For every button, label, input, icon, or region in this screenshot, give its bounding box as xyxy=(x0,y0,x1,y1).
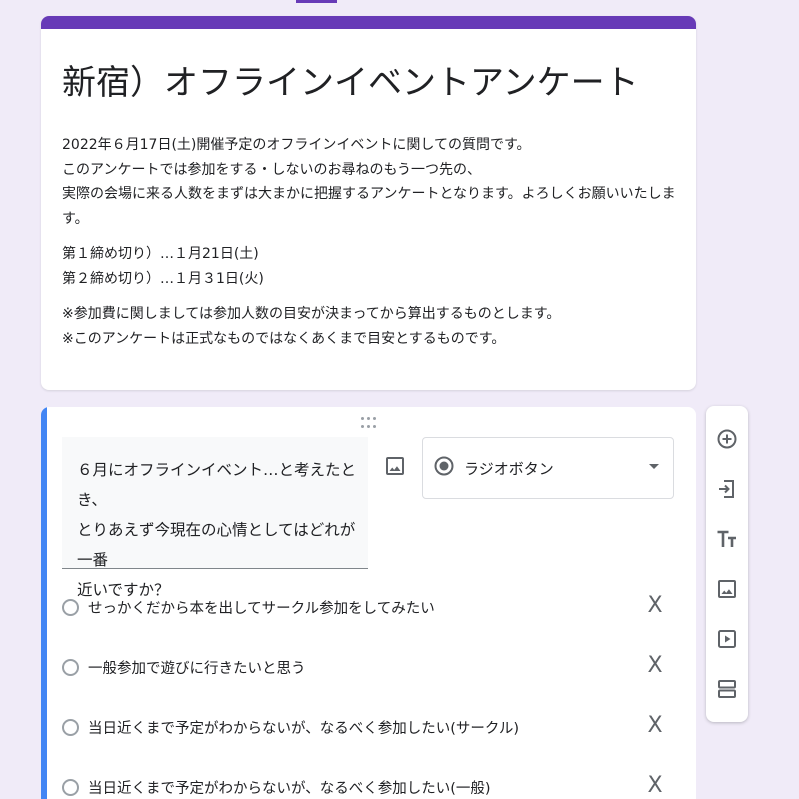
add-question-icon[interactable] xyxy=(715,427,739,451)
description-deadlines: 第１締め切り）…１月21日(土) 第２締め切り）…１月３1日(火) xyxy=(62,246,264,287)
add-video-icon[interactable] xyxy=(715,627,739,651)
option-label[interactable]: 当日近くまで予定がわからないが、なるべく参加したい(サークル) xyxy=(88,717,519,738)
option-label[interactable]: 一般参加で遊びに行きたいと思う xyxy=(88,657,306,678)
description-intro: 2022年６月17日(土)開催予定のオフラインイベントに関しての質問です。 この… xyxy=(62,137,676,227)
radio-circle-icon xyxy=(62,599,79,616)
add-image-icon[interactable] xyxy=(715,577,739,601)
question-title-field[interactable]: ６月にオフラインイベント…と考えたとき、 とりあえず今現在の心情としてはどれが一… xyxy=(62,437,368,599)
remove-option-button[interactable]: X xyxy=(644,713,666,739)
add-section-icon[interactable] xyxy=(715,677,739,701)
active-question-accent xyxy=(41,407,47,799)
drag-handle-icon[interactable] xyxy=(359,417,377,429)
theme-stripe xyxy=(41,16,696,29)
top-tab-indicator xyxy=(296,0,337,3)
remove-option-button[interactable]: X xyxy=(644,593,666,619)
question-type-label: ラジオボタン xyxy=(464,460,554,478)
form-title[interactable]: 新宿）オフラインイベントアンケート xyxy=(62,60,639,106)
import-questions-icon[interactable] xyxy=(715,477,739,501)
remove-option-button[interactable]: X xyxy=(644,773,666,799)
add-title-icon[interactable] xyxy=(715,527,739,551)
option-label[interactable]: 当日近くまで予定がわからないが、なるべく参加したい(一般) xyxy=(88,777,491,798)
description-notes: ※参加費に関しましては参加人数の目安が決まってから算出するものとします。 ※この… xyxy=(62,306,561,347)
radio-button-icon xyxy=(433,455,455,477)
option-row[interactable]: 当日近くまで予定がわからないが、なるべく参加したい(一般) X xyxy=(62,773,672,799)
option-label[interactable]: せっかくだから本を出してサークル参加をしてみたい xyxy=(88,597,435,618)
form-description[interactable]: 2022年６月17日(土)開催予定のオフラインイベントに関しての質問です。 この… xyxy=(62,133,682,362)
remove-option-button[interactable]: X xyxy=(644,653,666,679)
option-row[interactable]: 当日近くまで予定がわからないが、なるべく参加したい(サークル) X xyxy=(62,713,672,746)
option-row[interactable]: 一般参加で遊びに行きたいと思う X xyxy=(62,653,672,686)
option-row[interactable]: せっかくだから本を出してサークル参加をしてみたい X xyxy=(62,593,672,626)
add-image-to-question-icon[interactable] xyxy=(383,454,407,478)
question-card[interactable]: ６月にオフラインイベント…と考えたとき、 とりあえず今現在の心情としてはどれが一… xyxy=(41,407,696,799)
chevron-down-icon xyxy=(649,464,659,469)
question-type-dropdown[interactable]: ラジオボタン xyxy=(422,437,674,499)
radio-circle-icon xyxy=(62,779,79,796)
form-title-card[interactable]: 新宿）オフラインイベントアンケート 2022年６月17日(土)開催予定のオフライ… xyxy=(41,16,696,390)
floating-toolbar xyxy=(706,406,748,722)
radio-circle-icon xyxy=(62,719,79,736)
radio-circle-icon xyxy=(62,659,79,676)
question-title-text: ６月にオフラインイベント…と考えたとき、 とりあえず今現在の心情としてはどれが一… xyxy=(77,461,357,599)
